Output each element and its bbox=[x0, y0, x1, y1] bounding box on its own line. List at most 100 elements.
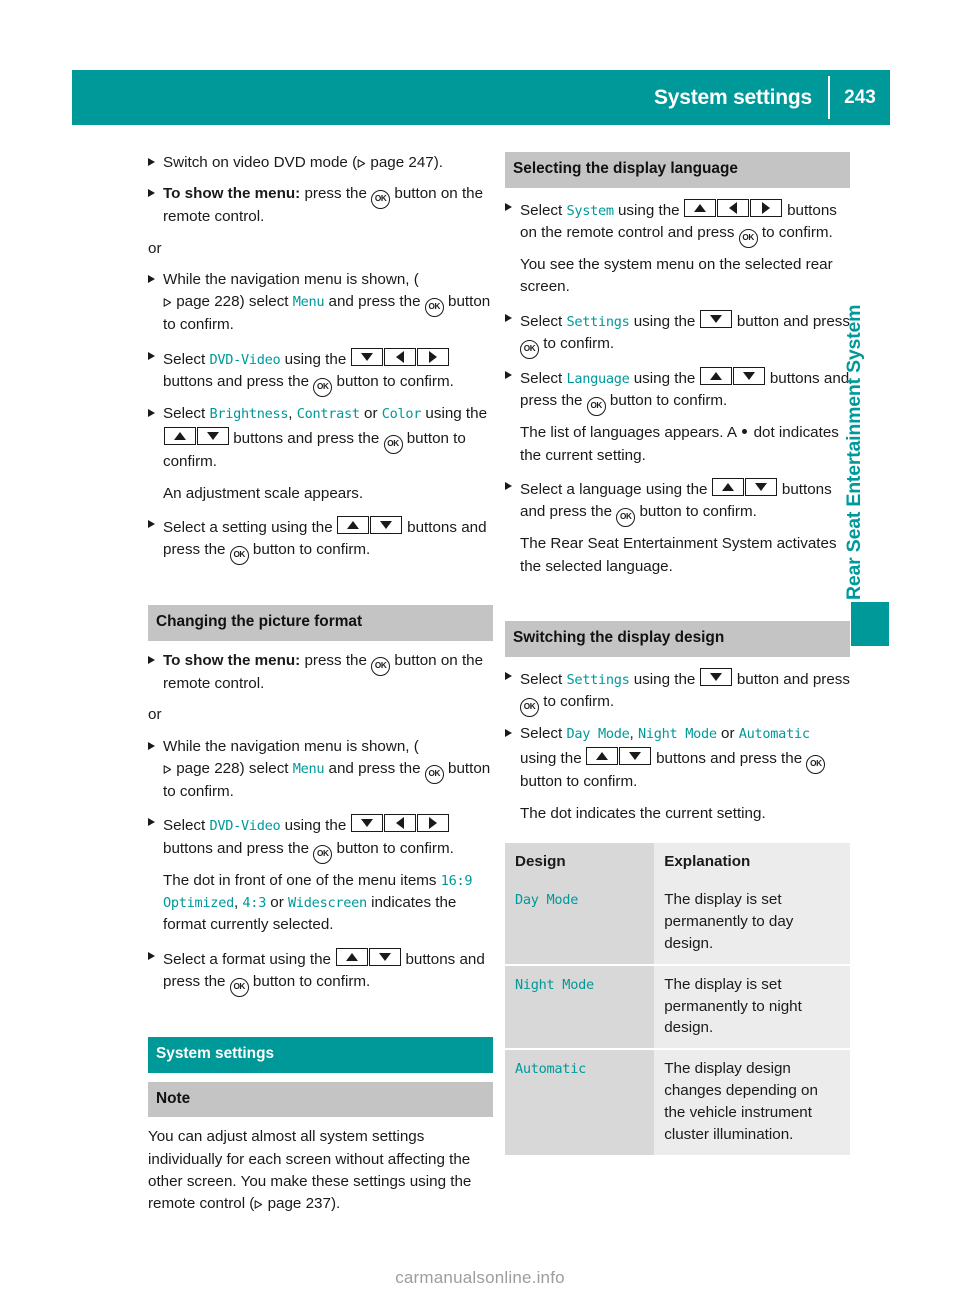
ok-button-icon: OK bbox=[383, 435, 403, 455]
step-bullet-icon bbox=[148, 152, 163, 172]
emphasis-text: To show the menu: bbox=[163, 185, 301, 203]
page-reference[interactable]: page 247 bbox=[357, 154, 434, 171]
arrow-down-key-icon bbox=[351, 347, 383, 366]
note-paragraph: You can adjust almost all system setting… bbox=[148, 1128, 472, 1213]
arrow-right-key-icon bbox=[417, 347, 449, 366]
step-bullet-icon bbox=[148, 946, 163, 966]
page-reference[interactable]: page 228 bbox=[163, 760, 240, 777]
arrow-down-key-icon bbox=[370, 516, 403, 535]
table-head: Design Explanation bbox=[505, 843, 850, 881]
step-bullet-icon bbox=[148, 346, 163, 366]
left-block-3: System settings Note You can adjust almo… bbox=[148, 1037, 493, 1216]
arrow-down-key-icon bbox=[745, 478, 778, 497]
ui-term: Language bbox=[566, 371, 630, 388]
ok-button-icon: OK bbox=[806, 755, 826, 775]
section-heading-switching-display-design: Switching the display design bbox=[505, 621, 850, 657]
steps-group-3: To show the menu: press the OK button on… bbox=[148, 650, 493, 695]
step-bullet-icon bbox=[148, 812, 163, 832]
arrow-left-key-icon bbox=[384, 347, 416, 366]
page-ref-label: page 228 bbox=[172, 293, 240, 311]
instruction-step: To show the menu: press the OK button on… bbox=[148, 650, 493, 695]
step-text: Select System using the buttons on the r… bbox=[520, 197, 850, 248]
step-text: Select a format using the buttons and pr… bbox=[163, 946, 493, 998]
left-spacer-1 bbox=[148, 571, 493, 605]
table-body: Day Mode The display is set permanently t… bbox=[505, 880, 850, 1155]
step-bullet-icon bbox=[148, 650, 163, 670]
arrow-down-key-icon bbox=[351, 814, 383, 833]
ok-button-icon: OK bbox=[738, 228, 758, 248]
ok-button-icon: OK bbox=[229, 546, 249, 566]
step-text: Select Day Mode, Night Mode or Automatic… bbox=[520, 723, 850, 794]
side-tab-marker bbox=[851, 602, 889, 646]
section-heading-changing-picture-format: Changing the picture format bbox=[148, 605, 493, 642]
arrow-up-key-icon bbox=[712, 478, 745, 497]
left-column: Switch on video DVD mode ( page 247). To … bbox=[148, 152, 493, 1225]
instruction-step: Select Day Mode, Night Mode or Automatic… bbox=[505, 723, 850, 794]
ui-term: System bbox=[566, 202, 614, 219]
step-text: Select Brightness, Contrast or Color usi… bbox=[163, 405, 488, 471]
ok-button-icon: OK bbox=[520, 340, 539, 360]
or-label-1: or bbox=[148, 239, 162, 257]
ui-term: Settings bbox=[566, 671, 630, 688]
instruction-step: Select a setting using the buttons and p… bbox=[148, 514, 493, 566]
instruction-step: Select DVD-Video using the buttons and p… bbox=[148, 346, 493, 398]
ui-term: Day Mode bbox=[515, 891, 579, 908]
right-column: Selecting the display language Select Sy… bbox=[505, 152, 850, 1155]
ui-term: Day Mode bbox=[566, 726, 630, 743]
step-bullet-icon bbox=[505, 197, 520, 217]
page-ref-arrow-icon bbox=[163, 765, 172, 774]
arrow-up-key-icon bbox=[586, 747, 619, 766]
ok-button-icon: OK bbox=[371, 190, 391, 210]
instruction-step: Select Settings using the button and pre… bbox=[505, 308, 850, 360]
ui-term: Settings bbox=[566, 313, 630, 330]
step-bullet-icon bbox=[148, 269, 163, 289]
steps-group-6: Select Settings using the button and pre… bbox=[505, 666, 850, 825]
step-note: An adjustment scale appears. bbox=[163, 484, 364, 502]
arrow-up-key-icon bbox=[335, 947, 368, 966]
step-note: You see the system menu on the selected … bbox=[520, 255, 833, 296]
step-text: Select DVD-Video using the buttons and p… bbox=[163, 812, 493, 864]
table-header-row: Design Explanation bbox=[505, 843, 850, 881]
arrow-up-key-icon bbox=[684, 198, 717, 217]
table-row: Day Mode The display is set permanently t… bbox=[505, 880, 850, 965]
steps-group-2: While the navigation menu is shown, ( pa… bbox=[148, 269, 493, 566]
ui-term: Contrast bbox=[296, 406, 360, 423]
instruction-step: To show the menu: press the OK button on… bbox=[148, 183, 493, 228]
page-reference[interactable]: page 237 bbox=[254, 1195, 331, 1212]
step-bullet-icon bbox=[505, 666, 520, 686]
step-bullet-icon bbox=[505, 365, 520, 385]
page-number: 243 bbox=[844, 86, 876, 108]
instruction-step: While the navigation menu is shown, ( pa… bbox=[148, 736, 493, 804]
table-cell-explanation: The display design changes depending on … bbox=[654, 1048, 850, 1155]
section-heading-system-settings: System settings bbox=[148, 1037, 493, 1073]
right-block-1: Selecting the display language Select Sy… bbox=[505, 152, 850, 578]
ok-button-icon: OK bbox=[371, 657, 391, 677]
table-header-explanation: Explanation bbox=[654, 843, 850, 881]
step-text: Select Settings using the button and pre… bbox=[520, 666, 850, 718]
selection-dot-icon bbox=[742, 429, 748, 435]
page-title: System settings bbox=[653, 85, 812, 109]
instruction-step: Select System using the buttons on the r… bbox=[505, 197, 850, 248]
ui-term: Automatic bbox=[738, 726, 810, 743]
left-block-1: Switch on video DVD mode ( page 247). To … bbox=[148, 152, 493, 566]
step-text: Select a language using the buttons and … bbox=[520, 476, 850, 528]
footer-watermark: carmanualsonline.info bbox=[395, 1268, 565, 1287]
ok-button-icon: OK bbox=[520, 698, 539, 718]
page-ref-label: page 228 bbox=[172, 760, 240, 778]
instruction-step: While the navigation menu is shown, ( pa… bbox=[148, 269, 493, 337]
page-reference[interactable]: page 228 bbox=[163, 293, 240, 310]
or-label-2: or bbox=[148, 706, 162, 724]
instruction-step: Switch on video DVD mode ( page 247). bbox=[148, 152, 493, 174]
ok-button-icon: OK bbox=[313, 844, 333, 864]
arrow-right-key-icon bbox=[417, 814, 449, 833]
table-header-design: Design bbox=[505, 843, 655, 881]
step-note: The dot in front of one of the menu item… bbox=[163, 871, 473, 934]
ui-term: Night Mode bbox=[515, 976, 594, 993]
step-bullet-icon bbox=[505, 723, 520, 743]
instruction-step: Select a format using the buttons and pr… bbox=[148, 946, 493, 998]
table-cell-explanation: The display is set permanently to day de… bbox=[654, 880, 850, 965]
arrow-down-key-icon bbox=[619, 747, 652, 766]
design-explanation-table: Design Explanation Day Mode The display i… bbox=[505, 843, 850, 1155]
ui-term: Brightness bbox=[209, 406, 289, 423]
step-bullet-icon bbox=[148, 514, 163, 534]
